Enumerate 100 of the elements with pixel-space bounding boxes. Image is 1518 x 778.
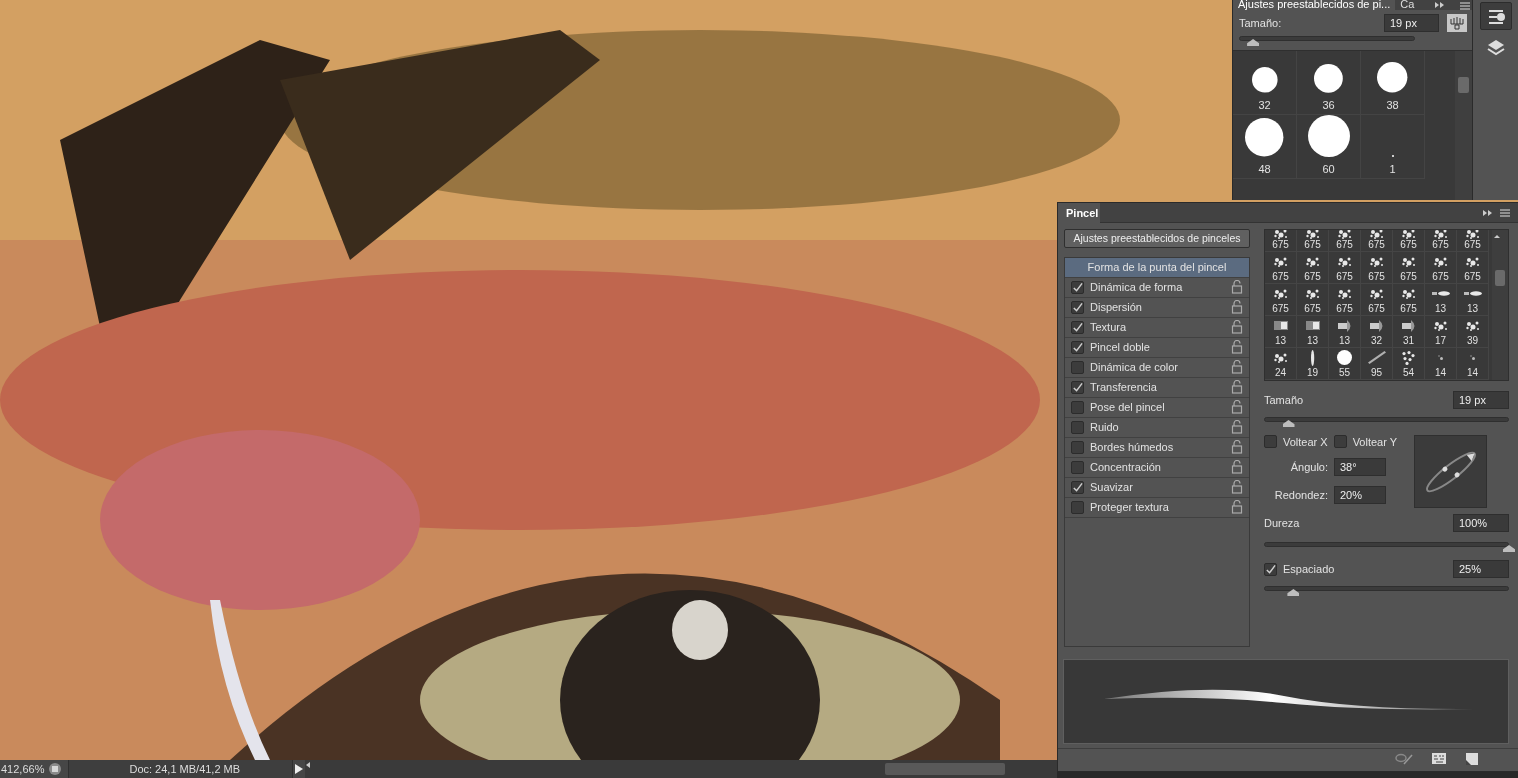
brush-tip[interactable]: 675 [1393,230,1425,252]
hardness-field[interactable]: 100% [1453,514,1509,532]
brush-tip[interactable]: 32 [1361,316,1393,348]
lock-icon[interactable] [1231,400,1243,415]
brush-tip[interactable]: 675 [1329,284,1361,316]
brush-tip[interactable]: 675 [1297,252,1329,284]
brush-tip[interactable]: 675 [1265,252,1297,284]
menu-icon[interactable] [1499,208,1513,217]
list-item[interactable]: Textura [1065,317,1249,338]
brush-tip[interactable]: 675 [1297,230,1329,252]
brush-tip[interactable]: 675 [1297,284,1329,316]
slider-handle[interactable] [1282,420,1295,427]
brush-presets-button[interactable]: Ajustes preestablecidos de pinceles [1064,229,1250,248]
brush-tip[interactable]: 675 [1329,252,1361,284]
checkbox[interactable] [1071,340,1084,354]
checkbox[interactable] [1071,300,1084,314]
lock-icon[interactable] [1231,380,1243,395]
expand-icon[interactable] [1482,208,1493,217]
lock-icon[interactable] [1231,480,1243,495]
lock-icon[interactable] [1231,300,1243,315]
size-field[interactable]: 19 px [1384,14,1439,32]
brush-preset[interactable]: 48 [1233,115,1297,179]
checkbox[interactable] [1071,500,1084,514]
list-item[interactable]: Dinámica de color [1065,357,1249,378]
list-item[interactable]: Forma de la punta del pincel [1065,257,1249,278]
roundness-field[interactable]: 20% [1334,486,1386,504]
checkbox[interactable] [1333,435,1347,448]
checkbox[interactable] [1071,360,1084,374]
slider-handle[interactable] [1287,589,1300,596]
brush-tip[interactable]: 675 [1361,252,1393,284]
brush-tip[interactable]: 675 [1425,230,1457,252]
lock-icon[interactable] [1231,360,1243,375]
lock-icon[interactable] [1231,340,1243,355]
checkbox[interactable] [1071,480,1084,494]
scrollbar-thumb[interactable] [1458,77,1469,93]
list-item[interactable]: Dispersión [1065,297,1249,318]
brush-tip[interactable]: 54 [1393,348,1425,380]
checkbox[interactable] [1071,280,1084,294]
brush-tip[interactable]: 13 [1425,284,1457,316]
brush-tip[interactable]: 13 [1265,316,1297,348]
lock-icon[interactable] [1231,420,1243,435]
list-item[interactable]: Pose del pincel [1065,397,1249,418]
dock-button[interactable] [1479,2,1512,30]
list-item[interactable]: Proteger textura [1065,497,1249,518]
checkbox[interactable] [1071,380,1084,394]
lock-icon[interactable] [1231,500,1243,515]
document-icon[interactable] [48,762,63,776]
scrollbar-thumb[interactable] [1495,270,1505,286]
lock-icon[interactable] [1231,460,1243,475]
brush-tip[interactable]: 55 [1329,348,1361,380]
vertical-scrollbar[interactable] [1455,51,1473,200]
brush-tip[interactable]: 675 [1425,252,1457,284]
list-item[interactable]: Pincel doble [1065,337,1249,358]
brush-tip[interactable]: 24 [1265,348,1297,380]
brush-tip[interactable]: 675 [1265,230,1297,252]
brush-preset[interactable]: 36 [1297,51,1361,115]
slider-handle[interactable] [1247,39,1260,46]
size-field[interactable]: 19 px [1453,391,1509,409]
checkbox[interactable] [1071,460,1084,474]
vertical-scrollbar[interactable] [1492,230,1508,380]
brush-tip[interactable]: 675 [1361,284,1393,316]
brush-tip[interactable]: 19 [1297,348,1329,380]
lock-icon[interactable] [1231,440,1243,455]
panel-tab[interactable]: Ajustes preestablecidos de pi... [1233,0,1396,10]
brush-tip[interactable]: 675 [1457,252,1489,284]
brush-tip[interactable]: 675 [1329,230,1361,252]
brush-tip[interactable]: 675 [1393,252,1425,284]
brush-preset[interactable]: 1 [1361,115,1425,179]
checkbox[interactable] [1071,400,1084,414]
list-item[interactable]: Concentración [1065,457,1249,478]
angle-field[interactable]: 38° [1334,458,1386,476]
brush-tip[interactable]: 31 [1393,316,1425,348]
checkbox[interactable] [1264,562,1277,576]
spacing-field[interactable]: 25% [1453,560,1509,578]
eye-brush-icon[interactable] [1395,751,1413,766]
brush-tip[interactable]: 675 [1393,284,1425,316]
expand-icon[interactable] [1433,1,1445,9]
checkbox[interactable] [1071,440,1084,454]
list-item[interactable]: Ruido [1065,417,1249,438]
slider-handle[interactable] [1503,545,1515,552]
checkbox[interactable] [1071,320,1084,334]
brush-tip[interactable]: 17 [1425,316,1457,348]
angle-widget[interactable] [1414,435,1487,508]
list-item[interactable]: Suavizar [1065,477,1249,498]
brush-tip[interactable]: 13 [1297,316,1329,348]
scrollbar-thumb[interactable] [885,763,1006,775]
lock-icon[interactable] [1231,280,1243,295]
scroll-up-icon[interactable] [1492,233,1502,240]
brush-tip[interactable]: 95 [1361,348,1393,380]
brush-preset[interactable]: 32 [1233,51,1297,115]
panel-tab[interactable]: Pincel [1058,202,1100,223]
list-item[interactable]: Dinámica de forma [1065,277,1249,298]
brush-tip[interactable]: 675 [1457,230,1489,252]
list-item[interactable]: Bordes húmedos [1065,437,1249,458]
brush-preset[interactable]: 60 [1297,115,1361,179]
brush-tip[interactable]: 13 [1457,284,1489,316]
brush-tip[interactable]: 14 [1425,348,1457,380]
new-preset-icon[interactable] [1465,751,1479,766]
horizontal-scrollbar[interactable] [305,760,1057,778]
brush-tip[interactable]: 675 [1265,284,1297,316]
